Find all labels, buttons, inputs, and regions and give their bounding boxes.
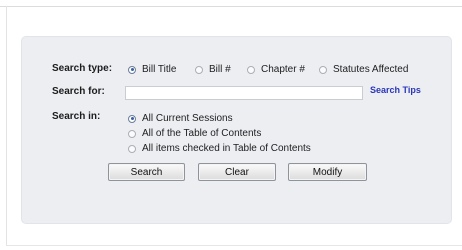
- modify-button[interactable]: Modify: [288, 163, 367, 181]
- search-in-option-checked-items[interactable]: All items checked in Table of Contents: [128, 143, 311, 154]
- search-type-option-label: Chapter #: [261, 64, 305, 75]
- radio-unchecked-icon[interactable]: [128, 129, 136, 138]
- search-type-label: Search type:: [52, 63, 113, 74]
- radio-unchecked-icon[interactable]: [247, 65, 255, 74]
- search-type-option-label: Statutes Affected: [333, 64, 409, 75]
- page-frame-left-border: [6, 6, 7, 246]
- search-type-option-label: Bill Title: [142, 64, 177, 75]
- search-in-label: Search in:: [52, 111, 101, 122]
- radio-checked-icon[interactable]: [128, 114, 136, 123]
- search-in-option-label: All items checked in Table of Contents: [142, 143, 311, 154]
- radio-unchecked-icon[interactable]: [195, 65, 203, 74]
- search-button[interactable]: Search: [108, 163, 185, 181]
- page-frame-bottom-border: [6, 245, 462, 246]
- radio-checked-icon[interactable]: [128, 65, 136, 74]
- search-type-option-bill-title[interactable]: Bill Title: [128, 64, 176, 75]
- search-type-option-bill-number[interactable]: Bill #: [195, 64, 231, 75]
- search-for-label: Search for:: [52, 86, 105, 97]
- page-frame-top-border: [0, 6, 462, 7]
- search-input[interactable]: [125, 86, 363, 100]
- search-in-option-label: All Current Sessions: [142, 113, 233, 124]
- search-type-option-label: Bill #: [209, 64, 231, 75]
- search-tips-link[interactable]: Search Tips: [370, 85, 421, 95]
- radio-unchecked-icon[interactable]: [319, 65, 327, 74]
- radio-unchecked-icon[interactable]: [128, 144, 136, 153]
- search-type-option-statutes-affected[interactable]: Statutes Affected: [319, 64, 408, 75]
- search-in-option-label: All of the Table of Contents: [142, 128, 262, 139]
- search-type-option-chapter-number[interactable]: Chapter #: [247, 64, 305, 75]
- search-in-option-table-of-contents[interactable]: All of the Table of Contents: [128, 128, 261, 139]
- clear-button[interactable]: Clear: [198, 163, 276, 181]
- search-in-option-all-current-sessions[interactable]: All Current Sessions: [128, 113, 233, 124]
